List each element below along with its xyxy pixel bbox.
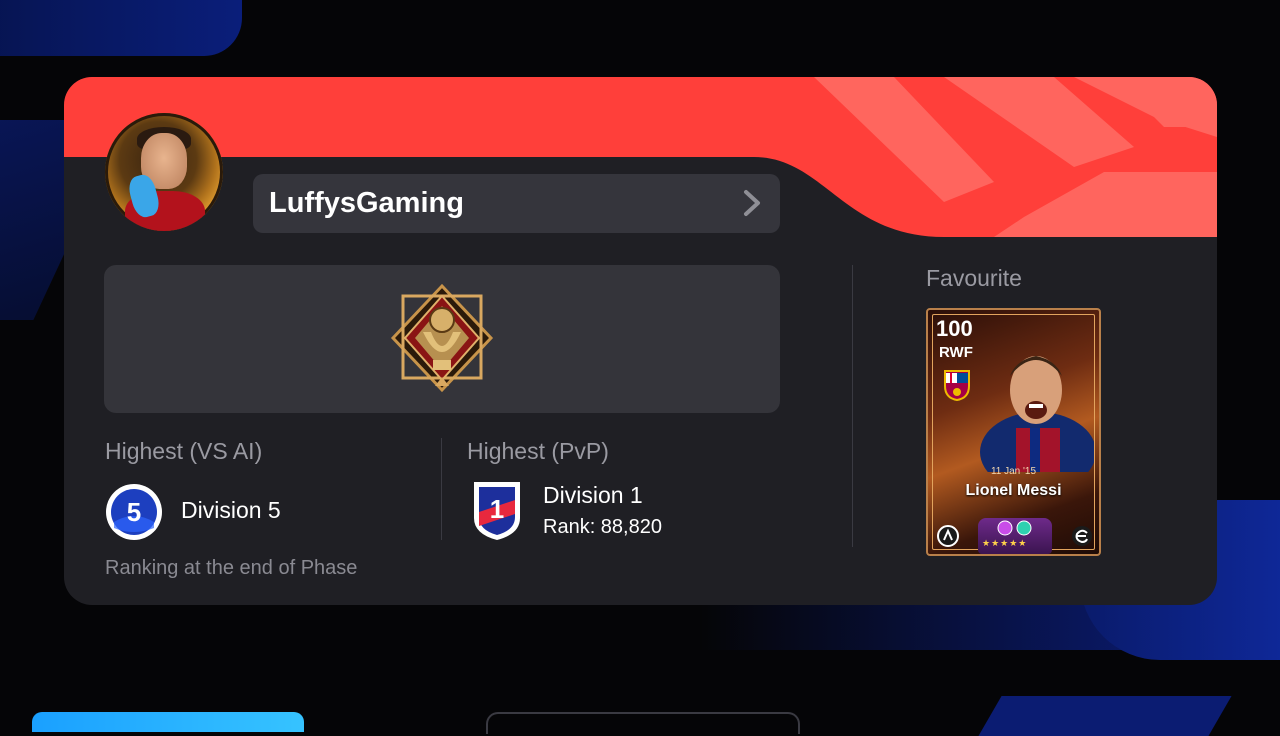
card-player-name: Lionel Messi (965, 482, 1062, 499)
chevron-right-icon (744, 190, 760, 216)
background-shape (978, 696, 1232, 736)
card-rating: 100 (936, 316, 973, 341)
bottom-tab-active[interactable] (32, 712, 304, 732)
trophy-emblem-icon (390, 283, 494, 393)
pvp-badge-number: 1 (490, 494, 504, 524)
rank-emblem-panel (104, 265, 780, 413)
pvp-division: Division 1 (543, 482, 643, 508)
avatar[interactable] (105, 113, 223, 231)
favourite-player-card[interactable]: 100 RWF 11 Jan '15 Lionel Messi ★★★★★ (926, 308, 1101, 556)
vs-ai-label: Highest (VS AI) (105, 438, 263, 464)
pvp-rank: Rank: 88,820 (543, 516, 662, 538)
card-stars: ★★★★★ (982, 538, 1028, 548)
card-date: 11 Jan '15 (990, 466, 1037, 477)
card-badge-icon (937, 525, 959, 547)
divider (441, 438, 442, 540)
skill-icons (997, 520, 1032, 536)
pvp-division-badge-icon: 1 (474, 482, 520, 540)
favourite-label: Favourite (926, 265, 1022, 291)
bottom-tab[interactable] (486, 712, 800, 734)
efootball-logo-icon (1072, 526, 1092, 546)
player-image (980, 356, 1094, 472)
divider (852, 265, 853, 547)
username-button[interactable]: LuffysGaming (253, 174, 780, 233)
vs-ai-badge-number: 5 (127, 497, 141, 527)
team-crest-icon (944, 370, 970, 402)
card-position: RWF (939, 344, 973, 361)
ranking-note: Ranking at the end of Phase (105, 557, 358, 579)
division-badge-icon: 5 (106, 484, 162, 540)
username: LuffysGaming (269, 187, 464, 219)
vs-ai-division: Division 5 (181, 497, 281, 523)
background-shape (0, 0, 242, 56)
pvp-label: Highest (PvP) (467, 438, 609, 464)
